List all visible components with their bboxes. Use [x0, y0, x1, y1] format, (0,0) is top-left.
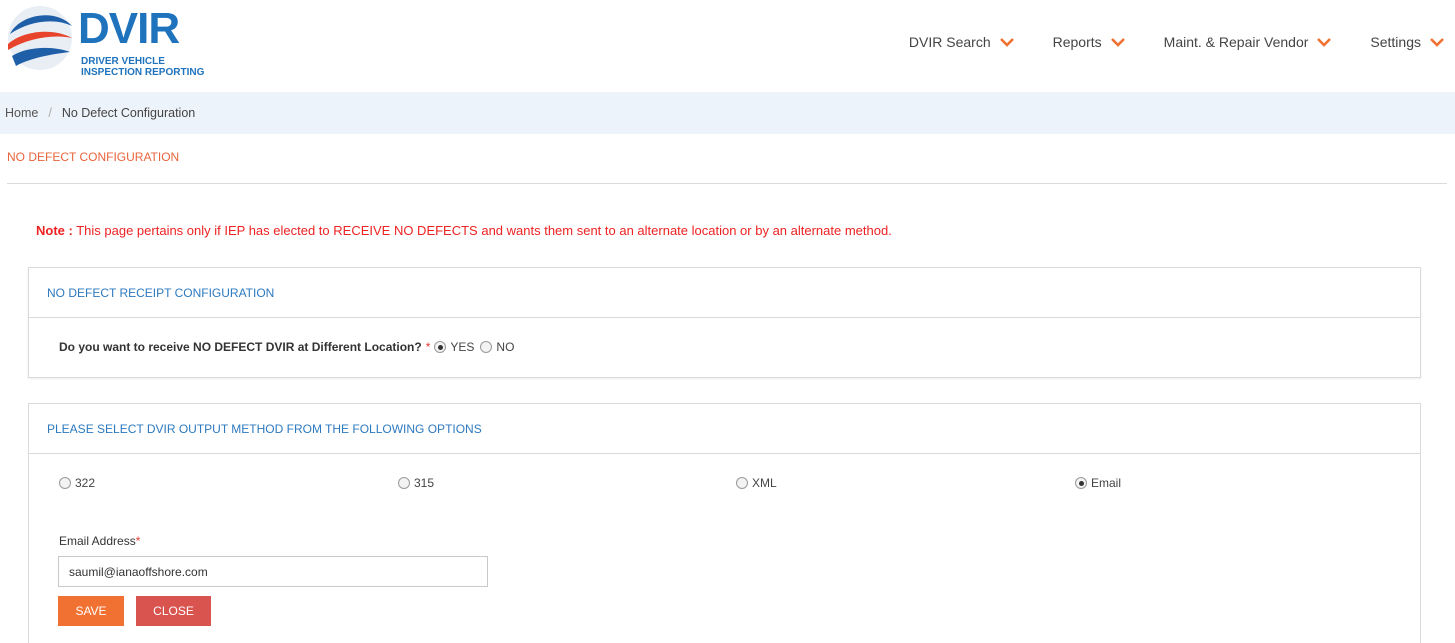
radio-email-label[interactable]: Email — [1091, 476, 1121, 490]
radio-322[interactable] — [59, 477, 71, 489]
logo-subtitle-line2: INSPECTION REPORTING — [81, 67, 205, 78]
required-mark: * — [135, 534, 141, 548]
radio-315-label[interactable]: 315 — [414, 476, 434, 490]
option-xml[interactable]: XML — [732, 476, 777, 490]
required-mark: * — [425, 340, 431, 354]
chevron-down-icon — [999, 38, 1014, 47]
radio-315[interactable] — [398, 477, 410, 489]
chevron-down-icon — [1430, 38, 1444, 47]
breadcrumb-separator: / — [48, 106, 52, 120]
output-panel-heading: PLEASE SELECT DVIR OUTPUT METHOD FROM TH… — [29, 404, 1420, 454]
breadcrumb-home-link[interactable]: Home — [5, 106, 38, 120]
receipt-config-panel: NO DEFECT RECEIPT CONFIGURATION Do you w… — [28, 267, 1421, 378]
radio-yes[interactable] — [434, 341, 447, 353]
output-method-panel: PLEASE SELECT DVIR OUTPUT METHOD FROM TH… — [28, 403, 1421, 643]
option-315[interactable]: 315 — [394, 476, 434, 490]
email-address-input[interactable] — [58, 556, 488, 587]
main-nav: DVIR Search Reports Maint. & Repair Vend… — [871, 32, 1455, 52]
breadcrumb-current: No Defect Configuration — [61, 106, 196, 120]
nav-item-label: Maint. & Repair Vendor — [1163, 34, 1309, 50]
chevron-down-icon — [1110, 38, 1125, 47]
email-label-text: Email Address — [59, 534, 136, 548]
radio-xml-label[interactable]: XML — [752, 476, 777, 490]
note-label: Note : — [36, 223, 73, 238]
radio-yes-label[interactable]: YES — [450, 340, 474, 354]
radio-no-label[interactable]: NO — [496, 340, 514, 354]
title-divider — [7, 183, 1447, 184]
radio-322-label[interactable]: 322 — [75, 476, 95, 490]
question-text: Do you want to receive NO DEFECT DVIR at… — [59, 340, 422, 354]
nav-item-label: Reports — [1052, 34, 1102, 50]
app-header: DVIR DRIVER VEHICLE INSPECTION REPORTING… — [0, 0, 1455, 92]
save-button[interactable]: SAVE — [58, 596, 124, 626]
nav-reports[interactable]: Reports — [1053, 34, 1126, 50]
nav-item-label: DVIR Search — [908, 34, 991, 50]
breadcrumb: Home / No Defect Configuration — [0, 92, 1455, 134]
note-text: This page pertains only if IEP has elect… — [76, 223, 892, 238]
radio-email[interactable] — [1075, 477, 1087, 489]
email-address-label: Email Address* — [59, 534, 140, 548]
option-322[interactable]: 322 — [55, 476, 95, 490]
nav-maint-repair-vendor[interactable]: Maint. & Repair Vendor — [1164, 34, 1333, 50]
logo-swoosh-icon — [8, 6, 72, 70]
nav-item-label: Settings — [1370, 34, 1421, 50]
dvir-logo[interactable]: DVIR DRIVER VEHICLE INSPECTION REPORTING — [6, 4, 216, 78]
receipt-panel-heading: NO DEFECT RECEIPT CONFIGURATION — [29, 268, 1420, 318]
chevron-down-icon — [1317, 38, 1332, 47]
nav-settings[interactable]: Settings — [1370, 34, 1445, 50]
radio-xml[interactable] — [736, 477, 748, 489]
logo-subtitle: DRIVER VEHICLE INSPECTION REPORTING — [81, 56, 204, 78]
page-title: NO DEFECT CONFIGURATION — [7, 150, 180, 164]
close-button[interactable]: CLOSE — [136, 596, 211, 626]
option-email[interactable]: Email — [1071, 476, 1121, 490]
note-message: Note : This page pertains only if IEP ha… — [36, 223, 892, 238]
logo-subtitle-line1: DRIVER VEHICLE — [81, 56, 165, 67]
nav-dvir-search[interactable]: DVIR Search — [909, 34, 1015, 50]
logo-title: DVIR — [78, 4, 180, 53]
different-location-question: Do you want to receive NO DEFECT DVIR at… — [59, 340, 514, 354]
radio-no[interactable] — [480, 341, 493, 353]
